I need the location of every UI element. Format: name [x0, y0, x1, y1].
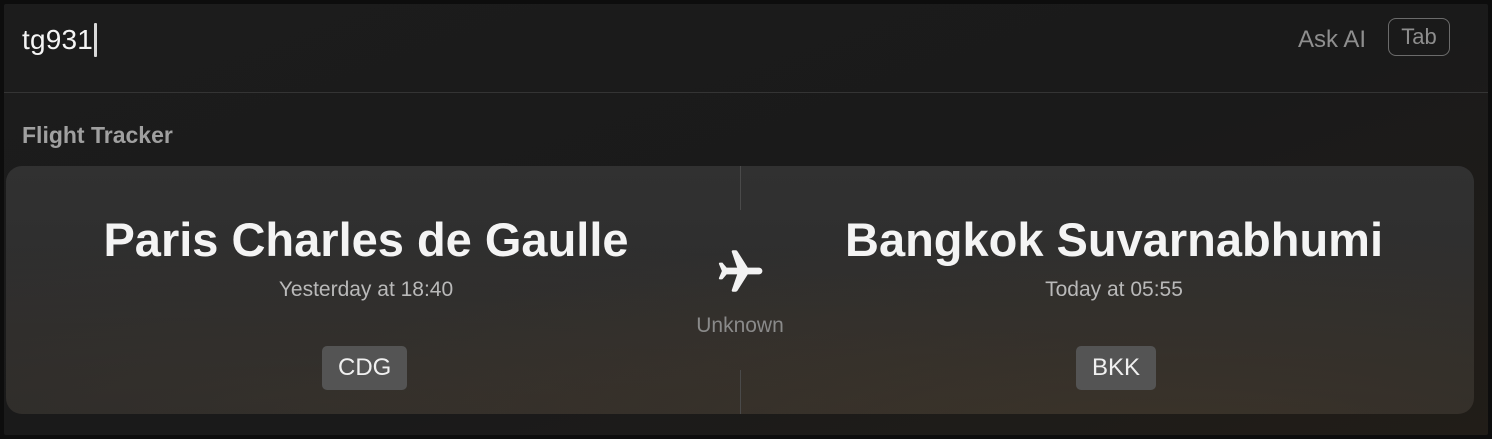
section-title: Flight Tracker: [22, 122, 173, 148]
search-query-text[interactable]: tg931: [22, 24, 93, 56]
ask-ai-button[interactable]: Ask AI: [1298, 26, 1366, 54]
departure-time: Yesterday at 18:40: [278, 278, 454, 301]
departure-panel: Paris Charles de Gaulle Yesterday at 18:…: [6, 166, 726, 414]
departure-code-badge: CDG: [322, 346, 408, 390]
search-input[interactable]: tg931: [22, 20, 98, 60]
launcher-window: tg931 Ask AI Tab Flight Tracker Paris Ch…: [4, 4, 1488, 435]
departure-airport: Paris Charles de Gaulle: [103, 213, 629, 266]
flight-card[interactable]: Paris Charles de Gaulle Yesterday at 18:…: [6, 166, 1474, 414]
arrival-panel: Bangkok Suvarnabhumi Today at 05:55 BKK: [754, 166, 1474, 414]
arrival-airport: Bangkok Suvarnabhumi: [845, 213, 1383, 266]
arrival-time: Today at 05:55: [1045, 278, 1183, 301]
arrival-code-badge: BKK: [1076, 346, 1157, 390]
tab-key-hint: Tab: [1388, 18, 1450, 56]
text-caret: [94, 23, 98, 57]
card-divider-top: [740, 166, 741, 210]
card-divider-bottom: [740, 370, 741, 414]
search-bar: tg931 Ask AI Tab: [4, 4, 1488, 93]
